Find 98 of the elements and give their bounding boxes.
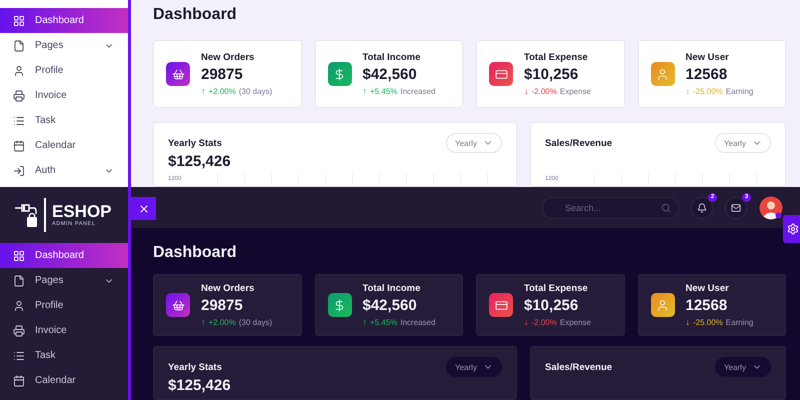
sidebar-item[interactable]: Pages	[0, 33, 128, 58]
card-value: 29875	[201, 297, 244, 314]
trend-arrow: ↓	[686, 317, 690, 327]
chart-total: $125,426	[168, 377, 232, 395]
sidebar-item[interactable]: Profile	[0, 58, 128, 83]
card-value: $42,560	[362, 297, 418, 314]
mail-icon	[731, 202, 741, 212]
notification-button[interactable]	[691, 196, 713, 218]
message-button[interactable]	[725, 196, 747, 218]
chart-title: Sales/Revenue	[545, 362, 612, 372]
sidebar-item[interactable]: Dashboard	[0, 243, 128, 268]
change-note: (30 days)	[238, 86, 272, 96]
card-title: New User	[686, 283, 730, 294]
printer-icon	[13, 90, 25, 102]
file-icon	[13, 274, 25, 286]
dollar-icon	[328, 293, 352, 317]
sidebar-item[interactable]: Dashboard	[0, 8, 128, 33]
card-value: 29875	[201, 66, 244, 83]
card-title: New Orders	[201, 283, 256, 294]
sidebar-item[interactable]: Task	[0, 343, 128, 368]
chart-title: Yearly Stats	[168, 362, 222, 372]
close-button[interactable]	[131, 197, 156, 220]
settings-icon	[787, 223, 799, 235]
trend-arrow: ↑	[362, 317, 367, 327]
sidebar-item[interactable]: Auth	[0, 158, 128, 183]
change-note: Expense	[560, 318, 591, 326]
page-title: Dashboard	[153, 243, 238, 263]
change-percent: -2.00%	[532, 318, 557, 326]
card-value: 12568	[686, 66, 728, 83]
card-title: Total Expense	[524, 283, 589, 294]
change-percent: +5.45%	[370, 318, 398, 326]
logo-divider	[44, 198, 46, 232]
change-percent: -25.00%	[693, 86, 723, 96]
settings-button[interactable]	[783, 215, 800, 243]
trend-arrow: ↓	[524, 317, 528, 327]
trend-arrow: ↑	[201, 86, 206, 96]
change-percent: +5.45%	[370, 86, 398, 96]
user-icon	[650, 62, 674, 86]
user-icon	[13, 64, 25, 76]
calendar-icon	[13, 374, 25, 386]
change-percent: -25.00%	[693, 318, 723, 326]
file-icon	[13, 40, 25, 52]
card-value: $10,256	[524, 297, 580, 314]
chart-title: Yearly Stats	[168, 138, 222, 148]
sidebar-item[interactable]: Profile	[0, 293, 128, 318]
change-percent: +2.00%	[208, 318, 236, 326]
period-dropdown[interactable]: Yearly	[715, 357, 771, 377]
dollar-icon	[328, 62, 352, 86]
chart-total: $125,426	[168, 153, 232, 171]
trend-arrow: ↓	[524, 86, 528, 96]
change-note: Earning	[726, 86, 754, 96]
change-percent: -2.00%	[532, 86, 557, 96]
period-dropdown[interactable]: Yearly	[446, 133, 502, 153]
card-icon	[489, 293, 513, 317]
card-title: New Orders	[201, 52, 256, 63]
card-value: $42,560	[362, 66, 418, 83]
chart-title: Sales/Revenue	[545, 138, 612, 148]
card-title: Total Income	[362, 52, 422, 63]
user-icon	[13, 300, 25, 312]
calendar-icon	[13, 140, 25, 152]
change-note: Expense	[560, 86, 591, 96]
card-icon	[489, 62, 513, 86]
change-note: (30 days)	[238, 318, 272, 326]
change-note: Increased	[400, 86, 436, 96]
basket-icon	[166, 62, 190, 86]
sidebar-item[interactable]: Calendar	[0, 368, 128, 393]
sidebar-item[interactable]: Calendar	[0, 133, 128, 158]
page-title: Dashboard	[153, 5, 238, 25]
sidebar-item[interactable]: Invoice	[0, 318, 128, 343]
card-value: $10,256	[524, 66, 580, 83]
login-icon	[13, 164, 25, 176]
bell-icon	[697, 202, 707, 212]
grid-icon	[13, 250, 25, 262]
basket-icon	[166, 293, 190, 317]
card-title: Total Expense	[524, 52, 589, 63]
trend-arrow: ↓	[686, 86, 690, 96]
avatar[interactable]	[759, 196, 783, 220]
card-title: New User	[686, 52, 730, 63]
close-icon	[138, 202, 150, 214]
sidebar-item[interactable]: Invoice	[0, 83, 128, 108]
card-title: Total Income	[362, 283, 422, 294]
search-field[interactable]: Search...	[542, 196, 679, 218]
trend-arrow: ↑	[201, 317, 206, 327]
period-dropdown[interactable]: Yearly	[446, 357, 502, 377]
change-note: Increased	[400, 318, 436, 326]
search-icon	[661, 202, 671, 212]
card-value: 12568	[686, 297, 728, 314]
printer-icon	[13, 324, 25, 336]
logo-name: ESHOP	[52, 203, 112, 221]
change-note: Earning	[726, 318, 754, 326]
change-percent: +2.00%	[208, 86, 236, 96]
trend-arrow: ↑	[362, 86, 367, 96]
bag-plug-icon	[14, 202, 38, 228]
user-icon	[650, 293, 674, 317]
grid-icon	[13, 14, 25, 26]
sidebar-item[interactable]: Task	[0, 108, 128, 133]
period-dropdown[interactable]: Yearly	[715, 133, 771, 153]
sidebar-item[interactable]: Pages	[0, 268, 128, 293]
